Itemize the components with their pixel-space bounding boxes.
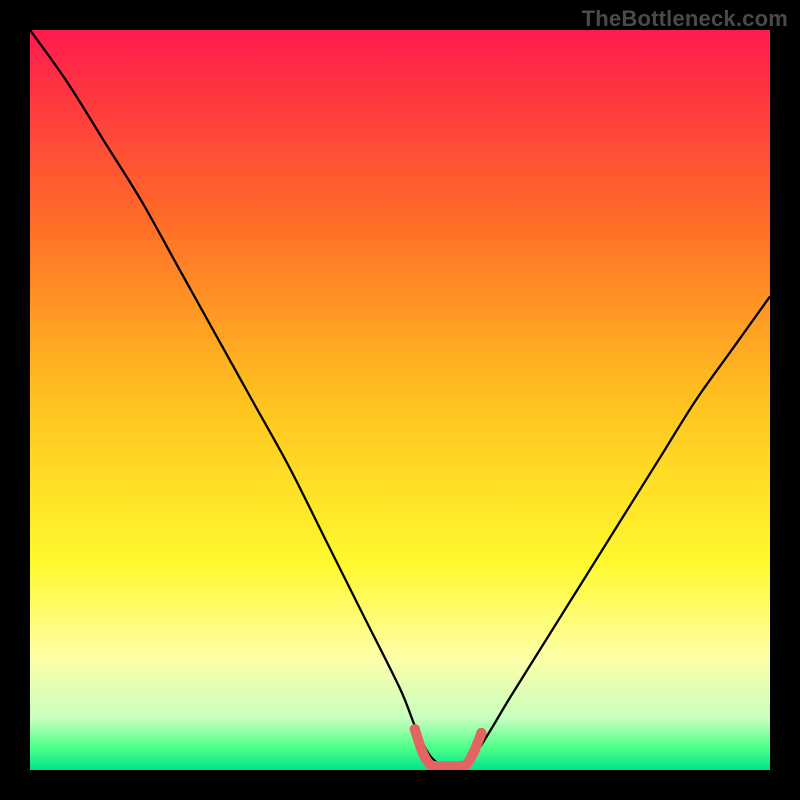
valley-marker-dot <box>476 728 486 738</box>
chart-svg <box>30 30 770 770</box>
valley-marker-dot <box>417 746 427 756</box>
valley-marker-dot <box>410 724 420 734</box>
watermark-text: TheBottleneck.com <box>582 6 788 32</box>
gradient-background <box>30 30 770 770</box>
chart-plot-area <box>30 30 770 770</box>
valley-marker-dot <box>461 759 471 769</box>
chart-frame: TheBottleneck.com <box>0 0 800 800</box>
valley-marker-dot <box>469 746 479 756</box>
